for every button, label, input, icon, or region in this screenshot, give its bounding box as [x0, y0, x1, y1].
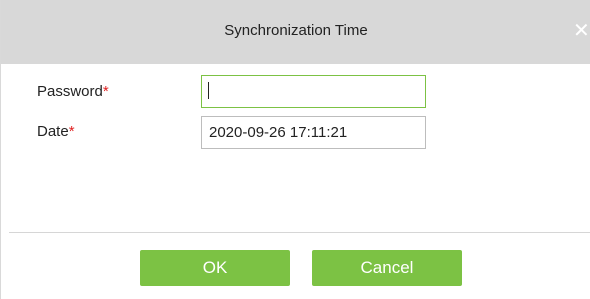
text-caret [208, 82, 209, 99]
password-field[interactable] [201, 75, 426, 108]
cancel-button[interactable]: Cancel [312, 250, 462, 286]
dialog-title: Synchronization Time [224, 22, 368, 39]
sync-time-dialog: Synchronization Time ✕ Password* Date* O… [0, 0, 590, 299]
required-mark: * [68, 123, 75, 140]
close-icon[interactable]: ✕ [573, 21, 590, 41]
password-label: Password* [37, 83, 109, 100]
required-mark: * [102, 83, 109, 100]
footer-divider [9, 232, 590, 233]
date-label: Date* [37, 123, 75, 140]
dialog-titlebar: Synchronization Time ✕ [1, 0, 590, 64]
password-label-text: Password [37, 83, 103, 100]
date-field[interactable] [201, 116, 426, 149]
ok-button[interactable]: OK [140, 250, 290, 286]
date-label-text: Date [37, 123, 69, 140]
